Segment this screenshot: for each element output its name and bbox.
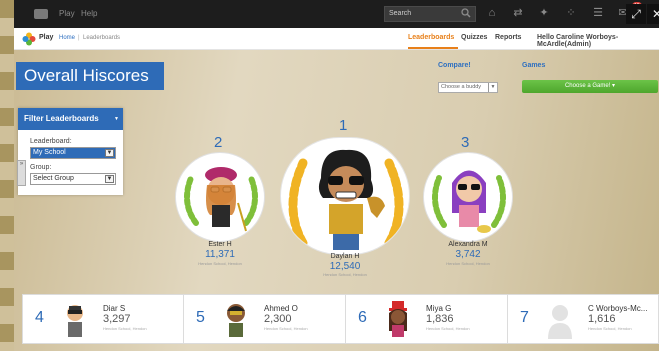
app-logo-icon[interactable] [34,9,48,19]
app-header: Play Home | Leaderboards Leaderboards Qu… [14,28,659,50]
podium-school-3: Hendon School, Hendon [446,261,490,266]
card-name: Ahmed O [264,304,298,313]
chevron-down-icon: ▼ [105,149,114,157]
filter-heading: Filter Leaderboards [24,114,99,123]
top-navigation-bar: Play Help Search ⌂ ⇄ ✦ ⁘ ☰ ✉ 10 ⤢ ✕ [14,0,659,28]
menu-leaderboards[interactable]: Leaderboards [408,34,454,41]
expand-icon[interactable]: ⤢ [626,4,646,24]
laurel-wreath-icon [184,167,258,232]
card-rank: 4 [35,309,44,326]
podium-avatar-1[interactable] [280,137,410,255]
podium-rank-2: 2 [214,134,223,151]
podium-rank-3: 3 [461,134,470,151]
breadcrumb-current: Leaderboards [83,35,121,41]
desktop-background-left [0,0,14,351]
app-name: Play [39,34,54,41]
search-icon[interactable] [461,8,471,18]
games-label: Games [522,62,546,69]
chevron-down-icon: ▼ [105,175,114,183]
menu-quizzes[interactable]: Quizzes [461,34,487,41]
home-icon[interactable]: ⌂ [486,7,498,19]
breadcrumb-home[interactable]: Home [59,35,75,41]
leaderboard-card-6[interactable]: 6 Miya G 1,836 Hendon School, Hendon [345,294,513,344]
choose-game-button[interactable]: Choose a Game! ▾ [522,80,658,93]
podium-name-3: Alexandra M [448,241,488,248]
default-avatar-icon [548,305,572,339]
avatar [67,305,83,337]
podium-score-2: 11,371 [205,249,235,260]
apps-icon[interactable]: ⁘ [565,7,577,19]
card-score: 1,616 [588,313,616,325]
podium-name-1: Daylan H [330,253,360,260]
page-title: Overall Hiscores [16,62,164,90]
collapse-chevron-icon[interactable]: ▼ [114,108,119,130]
group-select-value: Select Group [33,175,74,182]
card-name: Miya G [426,304,452,313]
podium-score-3: 3,742 [455,249,481,260]
card-name: Diar S [103,304,126,313]
podium-avatar-3[interactable] [423,152,513,242]
card-name: C Worboys-Mc... [588,304,648,313]
card-school: Hendon School, Hendon [426,326,470,331]
leaderboard-select-value: My School [33,149,66,156]
user-greeting-menu[interactable]: Hello Caroline Worboys-McArdle(Admin) [537,34,659,48]
list-icon[interactable]: ☰ [592,7,604,19]
group-select[interactable]: Select Group ▼ [30,173,116,185]
card-school: Hendon School, Hendon [264,326,308,331]
compare-label: Compare! [438,62,471,69]
breadcrumb-separator: | [78,35,80,41]
laurel-wreath-icon [432,170,506,233]
settings-icon[interactable]: ✦ [538,7,550,19]
podium-school-2: Hendon School, Hendon [198,261,242,266]
leaderboard-select[interactable]: My School ▼ [30,147,116,159]
nav-play-link[interactable]: Play [59,9,75,18]
leaderboard-card-4[interactable]: 4 Diar S 3,297 Hendon School, Hendon [22,294,190,344]
side-toggle-tab[interactable]: » [17,160,26,186]
avatar [389,301,407,337]
filter-panel-header[interactable]: Filter Leaderboards ▼ [18,108,123,130]
leaderboard-label: Leaderboard: [30,138,72,145]
leaderboard-card-5[interactable]: 5 Ahmed O 2,300 Hendon School, Hendon [183,294,351,344]
play-logo-icon[interactable] [22,32,36,46]
card-score: 1,836 [426,313,454,325]
compare-select-value: Choose a buddy [441,84,482,90]
podium-school-1: Hendon School, Hendon [323,272,367,277]
nav-help-link[interactable]: Help [81,9,97,18]
card-school: Hendon School, Hendon [103,326,147,331]
compare-buddy-select[interactable]: Choose a buddy ▼ [438,82,498,93]
podium-avatar-2[interactable] [175,152,265,242]
avatar [227,304,245,337]
group-label: Group: [30,164,52,171]
card-score: 2,300 [264,313,292,325]
card-rank: 5 [196,309,205,326]
golden-laurel-icon [288,149,404,250]
card-rank: 6 [358,309,367,326]
leaderboard-card-7[interactable]: 7 C Worboys-Mc... 1,616 Hendon School, H… [507,294,659,344]
sync-icon[interactable]: ⇄ [512,7,524,19]
card-school: Hendon School, Hendon [588,326,632,331]
card-score: 3,297 [103,313,131,325]
podium-score-1: 12,540 [329,261,361,272]
podium-rank-1: 1 [339,117,348,134]
podium-name-2: Ester H [208,241,232,248]
close-icon[interactable]: ✕ [647,4,659,24]
card-rank: 7 [520,309,529,326]
active-menu-underline [408,47,458,49]
menu-reports[interactable]: Reports [495,34,521,41]
chevron-down-icon: ▼ [488,83,497,92]
